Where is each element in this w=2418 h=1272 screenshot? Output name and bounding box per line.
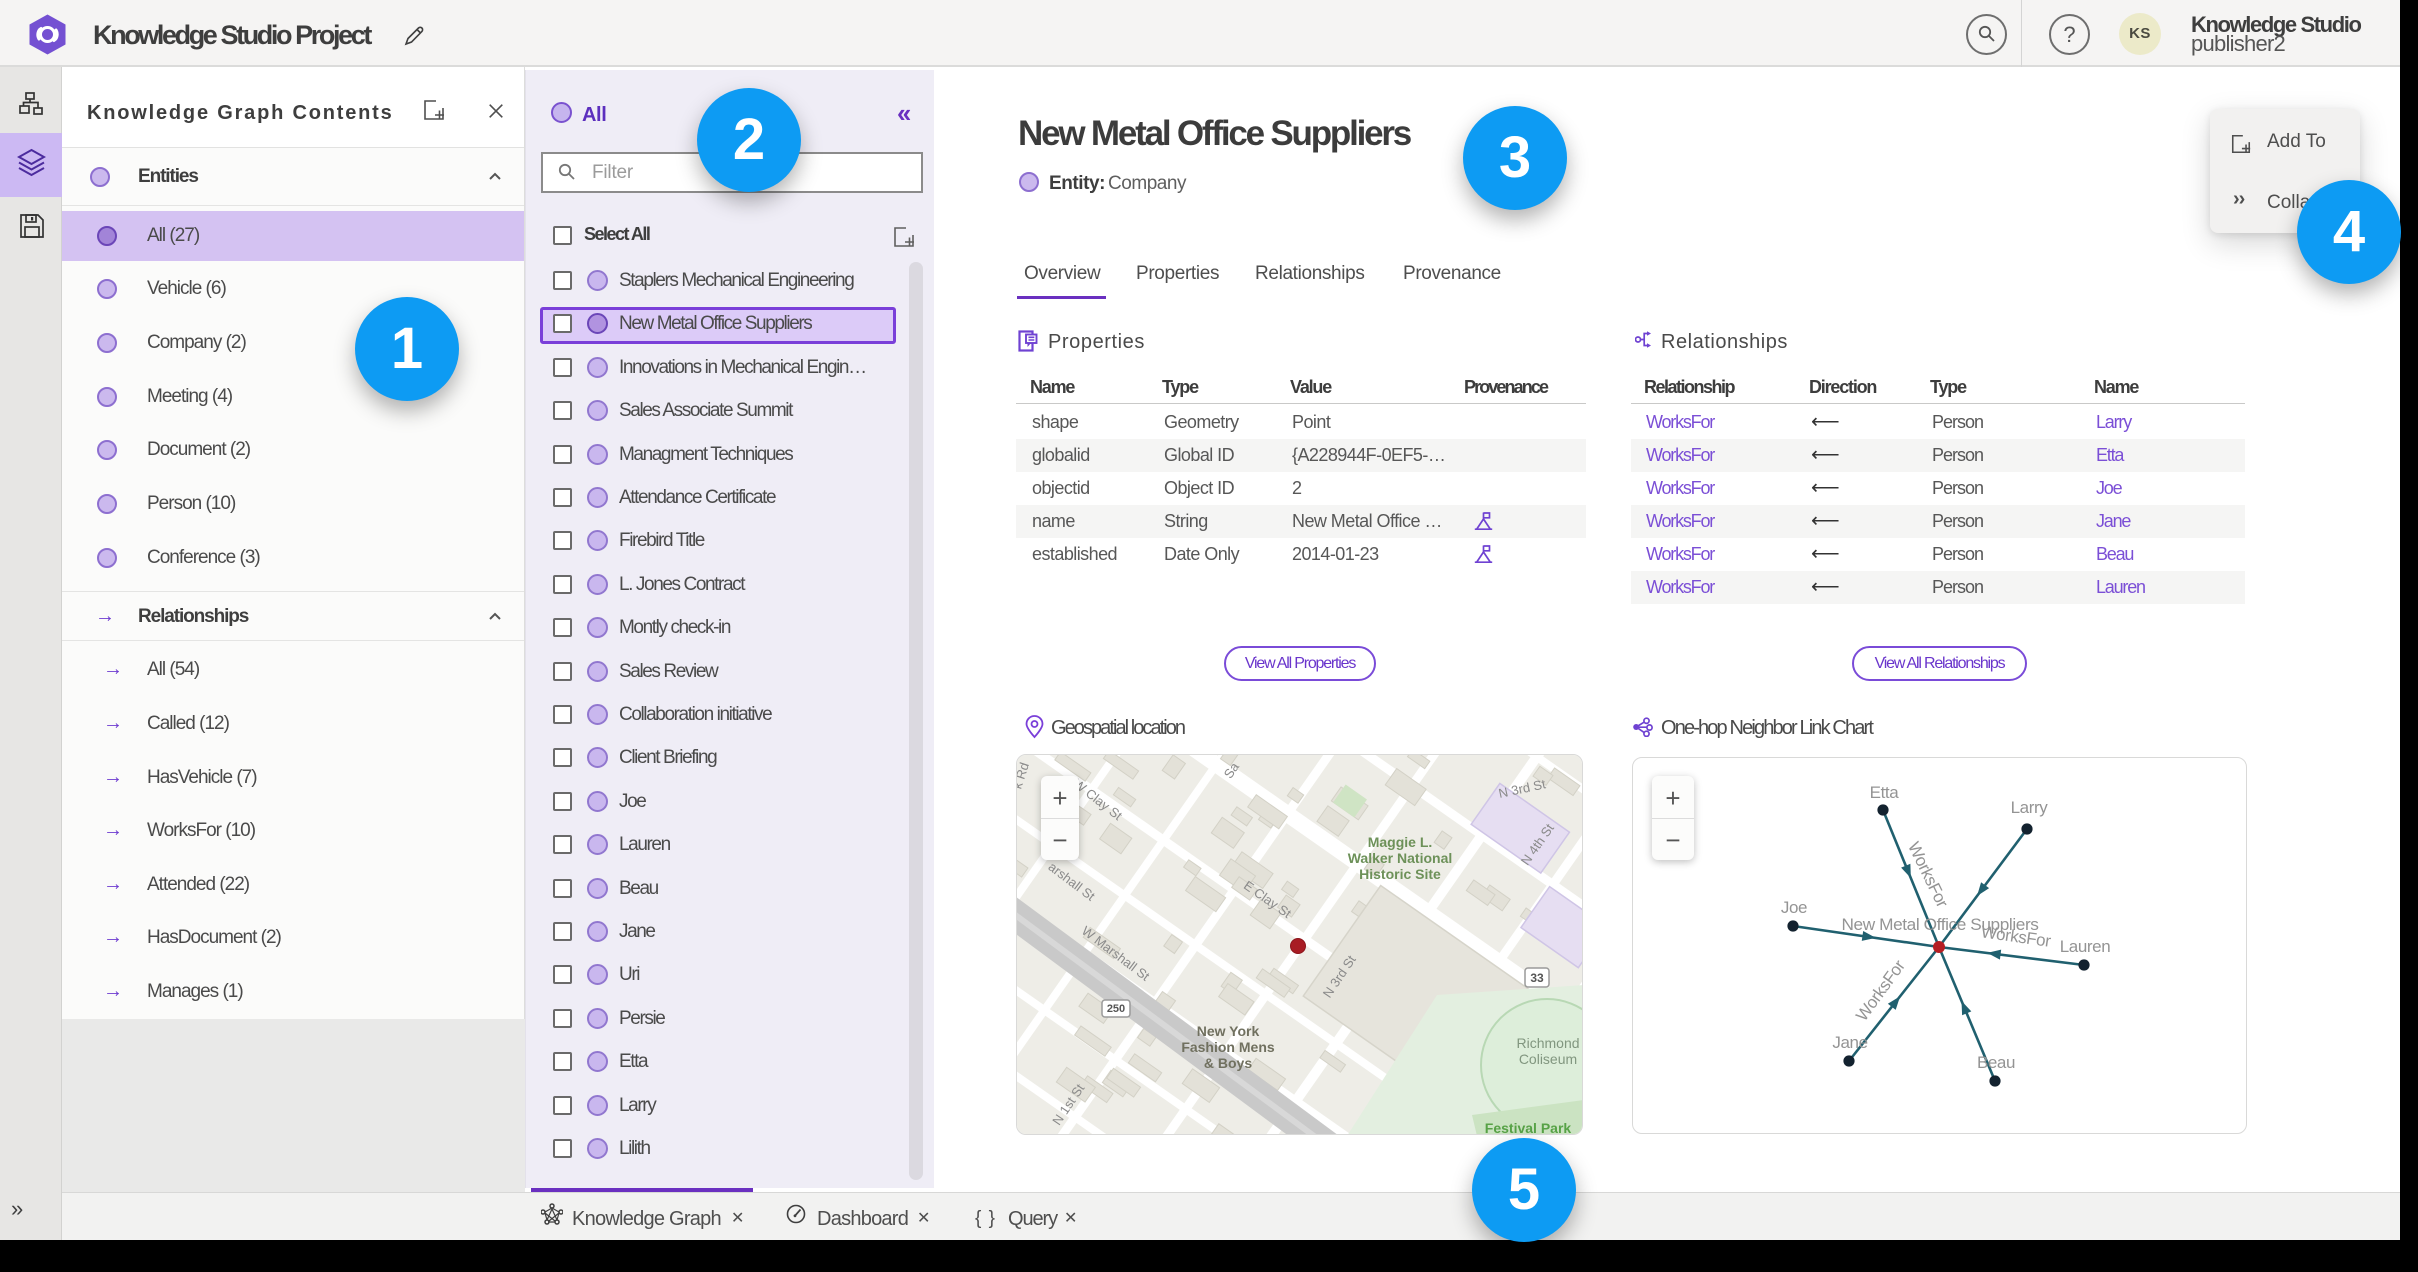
svg-text:Joe: Joe [1781, 898, 1807, 917]
svg-text:Fashion Mens: Fashion Mens [1181, 1039, 1275, 1055]
svg-text:WorksFor: WorksFor [1904, 839, 1952, 911]
svg-text:33: 33 [1530, 971, 1544, 985]
svg-text:Historic Site: Historic Site [1359, 866, 1441, 882]
svg-text:Larry: Larry [2011, 798, 2049, 817]
svg-text:& Boys: & Boys [1204, 1055, 1252, 1071]
svg-text:Coliseum: Coliseum [1519, 1051, 1577, 1067]
svg-text:New York: New York [1197, 1023, 1260, 1039]
svg-text:Beau: Beau [1977, 1053, 2015, 1072]
svg-text:Walker National: Walker National [1348, 850, 1453, 866]
svg-text:Maggie L.: Maggie L. [1368, 834, 1433, 850]
svg-text:Lauren: Lauren [2060, 937, 2111, 956]
svg-text:250: 250 [1107, 1003, 1125, 1015]
svg-text:Etta: Etta [1870, 783, 1900, 802]
svg-text:Festival Park: Festival Park [1485, 1120, 1572, 1135]
svg-text:Jane: Jane [1832, 1033, 1867, 1052]
svg-text:Richmond: Richmond [1516, 1035, 1579, 1051]
svg-text:WorksFor: WorksFor [1852, 956, 1909, 1024]
svg-text:WorksFor: WorksFor [1980, 922, 2053, 951]
